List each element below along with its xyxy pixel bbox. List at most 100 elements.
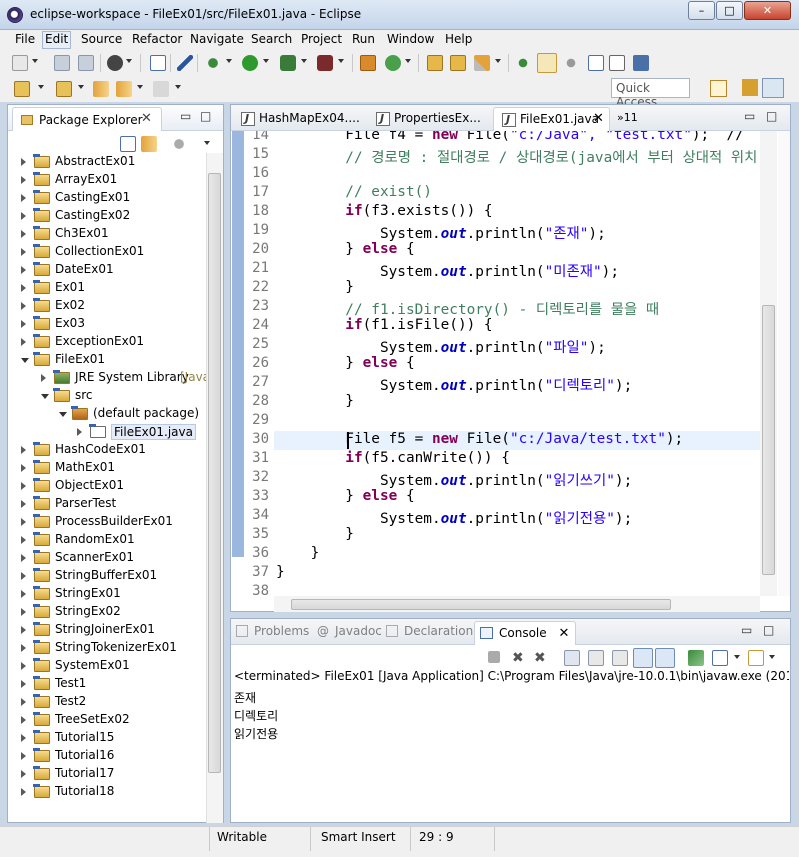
- tree-item[interactable]: Tutorial18: [8, 783, 206, 801]
- tree-item[interactable]: src: [8, 387, 206, 405]
- tree-item[interactable]: StringBufferEx01: [8, 567, 206, 585]
- chevron-right-icon[interactable]: [21, 446, 26, 454]
- maximize-view-icon[interactable]: □: [200, 109, 211, 123]
- minimize-view-icon[interactable]: ▭: [744, 109, 755, 123]
- console-output[interactable]: 존재 디렉토리 읽기전용: [234, 689, 278, 743]
- chevron-right-icon[interactable]: [21, 212, 26, 220]
- new-java-package-icon[interactable]: [360, 55, 376, 71]
- chevron-right-icon[interactable]: [21, 572, 26, 580]
- close-icon[interactable]: ✕: [593, 111, 604, 126]
- minimize-view-icon[interactable]: ▭: [741, 623, 752, 637]
- chevron-right-icon[interactable]: [21, 716, 26, 724]
- tree-item[interactable]: StringEx02: [8, 603, 206, 621]
- open-perspective-icon[interactable]: [710, 80, 727, 97]
- menu-edit[interactable]: Edit: [42, 31, 72, 49]
- external-tools-icon[interactable]: [317, 55, 333, 71]
- chevron-down-icon[interactable]: [338, 59, 344, 63]
- tree-item[interactable]: ExceptionEx01: [8, 333, 206, 351]
- quick-access-input[interactable]: Quick Access: [611, 78, 690, 109]
- menu-project[interactable]: Project: [299, 32, 344, 46]
- chevron-right-icon[interactable]: [21, 536, 26, 544]
- save-all-icon[interactable]: [78, 55, 94, 71]
- tree-item[interactable]: Ex02: [8, 297, 206, 315]
- tree-item[interactable]: StringTokenizerEx01: [8, 639, 206, 657]
- toggle-whitespace-icon[interactable]: [563, 55, 579, 71]
- tree-item[interactable]: Test1: [8, 675, 206, 693]
- tree-item[interactable]: ParserTest: [8, 495, 206, 513]
- chevron-right-icon[interactable]: [21, 626, 26, 634]
- chevron-down-icon[interactable]: [734, 655, 740, 659]
- tab-propertiesex[interactable]: PropertiesEx...: [368, 107, 496, 131]
- tree-item[interactable]: DateEx01: [8, 261, 206, 279]
- tree-item[interactable]: RandomEx01: [8, 531, 206, 549]
- display-console-icon[interactable]: [712, 650, 728, 666]
- menu-refactor[interactable]: Refactor: [130, 32, 184, 46]
- debug-icon[interactable]: [205, 55, 221, 71]
- chevron-right-icon[interactable]: [21, 176, 26, 184]
- chevron-down-icon[interactable]: [78, 85, 84, 89]
- clear-console-icon[interactable]: [564, 650, 580, 666]
- terminate-icon[interactable]: [488, 651, 500, 663]
- tree-item[interactable]: HashCodeEx01: [8, 441, 206, 459]
- chevron-right-icon[interactable]: [21, 194, 26, 202]
- last-edit-location-icon[interactable]: [93, 81, 109, 97]
- java-ee-perspective-icon[interactable]: [742, 79, 758, 96]
- minimize-button[interactable]: –: [688, 1, 715, 20]
- menu-search[interactable]: Search: [249, 32, 294, 46]
- chevron-down-icon[interactable]: [41, 394, 49, 399]
- chevron-right-icon[interactable]: [21, 518, 26, 526]
- menu-source[interactable]: Source: [79, 32, 124, 46]
- save-icon[interactable]: [54, 55, 70, 71]
- chevron-down-icon[interactable]: [301, 59, 307, 63]
- chevron-down-icon[interactable]: [495, 59, 501, 63]
- menu-file[interactable]: File: [13, 32, 37, 46]
- user-icon[interactable]: [107, 55, 123, 71]
- close-icon[interactable]: ✕: [141, 111, 152, 126]
- tree-item[interactable]: MathEx01: [8, 459, 206, 477]
- editor-horizontal-scroll-thumb[interactable]: [291, 599, 671, 610]
- menu-navigate[interactable]: Navigate: [188, 32, 246, 46]
- block-selection-icon[interactable]: [588, 55, 604, 71]
- menu-help[interactable]: Help: [443, 32, 474, 46]
- editor-scroll-thumb[interactable]: [762, 305, 775, 575]
- open-type-icon[interactable]: [427, 55, 443, 71]
- chevron-right-icon[interactable]: [21, 464, 26, 472]
- search-icon[interactable]: [474, 55, 490, 71]
- chevron-right-icon[interactable]: [21, 266, 26, 274]
- annotation-icon[interactable]: [515, 55, 531, 71]
- coverage-icon[interactable]: [280, 55, 296, 71]
- view-menu-icon[interactable]: [204, 141, 210, 145]
- tab-console[interactable]: Console ✕: [474, 621, 577, 645]
- chevron-right-icon[interactable]: [21, 680, 26, 688]
- tree-item[interactable]: Tutorial17: [8, 765, 206, 783]
- chevron-down-icon[interactable]: [769, 655, 775, 659]
- collapse-all-icon[interactable]: [120, 136, 136, 152]
- chevron-down-icon[interactable]: [226, 59, 232, 63]
- back-icon[interactable]: [116, 81, 132, 97]
- chevron-right-icon[interactable]: [21, 302, 26, 310]
- skip-breakpoints-icon[interactable]: [177, 55, 193, 71]
- chevron-right-icon[interactable]: [21, 320, 26, 328]
- chevron-right-icon[interactable]: [21, 788, 26, 796]
- show-on-error-icon[interactable]: [655, 648, 675, 668]
- tree-item[interactable]: StringJoinerEx01: [8, 621, 206, 639]
- next-annotation-icon[interactable]: [14, 81, 30, 97]
- chevron-down-icon[interactable]: [32, 59, 38, 63]
- chevron-right-icon[interactable]: [21, 158, 26, 166]
- tab-fileex01[interactable]: FileEx01.java ✕: [493, 107, 610, 131]
- more-tabs-button[interactable]: »11: [611, 107, 642, 131]
- remove-launch-icon[interactable]: ✖: [512, 650, 528, 666]
- chevron-down-icon[interactable]: [126, 59, 132, 63]
- chevron-right-icon[interactable]: [21, 734, 26, 742]
- chevron-down-icon[interactable]: [38, 85, 44, 89]
- new-java-class-icon[interactable]: [385, 55, 401, 71]
- tree-item[interactable]: JRE System Library[Java: [8, 369, 206, 387]
- chevron-down-icon[interactable]: [21, 358, 29, 363]
- chevron-right-icon[interactable]: [21, 500, 26, 508]
- tree-item[interactable]: CollectionEx01: [8, 243, 206, 261]
- show-on-output-icon[interactable]: [633, 648, 653, 668]
- chevron-right-icon[interactable]: [21, 338, 26, 346]
- chevron-right-icon[interactable]: [21, 248, 26, 256]
- chevron-down-icon[interactable]: [59, 412, 67, 417]
- chevron-right-icon[interactable]: [21, 698, 26, 706]
